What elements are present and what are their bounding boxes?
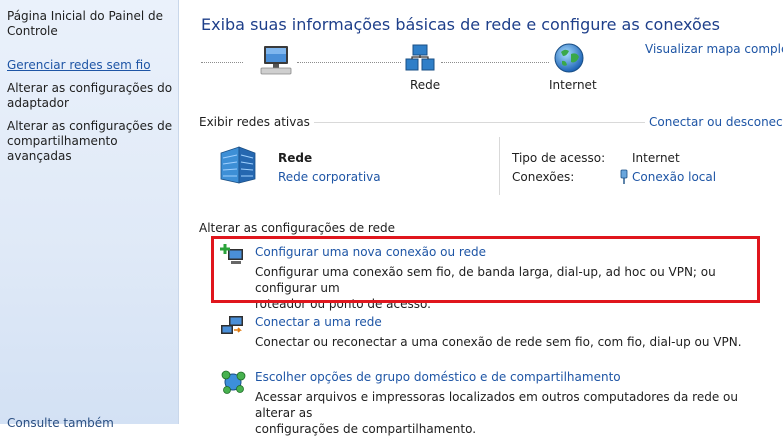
network-label: Rede bbox=[410, 78, 441, 92]
desc-line: configurações de compartilhamento. bbox=[255, 422, 477, 436]
connect-to-network-link[interactable]: Conectar a uma rede bbox=[255, 315, 382, 329]
highlight-box bbox=[211, 236, 760, 303]
computer-icon bbox=[259, 44, 293, 79]
access-type-label: Tipo de acesso: bbox=[512, 151, 606, 165]
sidebar-item-control-panel-home[interactable]: Página Inicial do Painel de Controle bbox=[7, 9, 173, 39]
connect-disconnect-link[interactable]: Conectar ou desconectar bbox=[645, 115, 783, 129]
sidebar-item-adapter-settings[interactable]: Alterar as configurações do adaptador bbox=[7, 81, 173, 111]
globe-icon bbox=[553, 42, 585, 77]
ethernet-plug-icon bbox=[619, 169, 629, 188]
change-settings-heading: Alterar as configurações de rede bbox=[199, 221, 399, 235]
sidebar-item-manage-wireless[interactable]: Gerenciar redes sem fio bbox=[7, 58, 173, 73]
homegroup-icon bbox=[220, 370, 246, 397]
map-connector-network-internet bbox=[441, 62, 549, 63]
main-content: Exiba suas informações básicas de rede e… bbox=[179, 0, 783, 436]
network-category-link[interactable]: Rede corporativa bbox=[278, 170, 381, 184]
page-title: Exiba suas informações básicas de rede e… bbox=[201, 15, 720, 34]
connections-label: Conexões: bbox=[512, 170, 575, 184]
network-icon bbox=[405, 44, 435, 75]
active-network-name: Rede bbox=[278, 151, 313, 165]
active-networks-heading: Exibir redes ativas bbox=[199, 115, 314, 129]
local-connection-link[interactable]: Conexão local bbox=[632, 170, 716, 184]
connect-to-network-desc: Conectar ou reconectar a uma conexão de … bbox=[255, 334, 765, 350]
map-connector-computer-network bbox=[297, 62, 401, 63]
desc-line: Conectar ou reconectar a uma conexão de … bbox=[255, 335, 742, 349]
homegroup-sharing-desc: Acessar arquivos e impressoras localizad… bbox=[255, 389, 765, 437]
sidebar-see-also: Consulte também bbox=[7, 416, 114, 430]
active-networks-vertical-divider bbox=[499, 137, 500, 195]
access-type-value: Internet bbox=[632, 151, 680, 165]
desc-line: Acessar arquivos e impressoras localizad… bbox=[255, 390, 738, 420]
building-network-icon bbox=[219, 145, 257, 188]
sidebar-item-advanced-sharing[interactable]: Alterar as configurações de compartilham… bbox=[7, 119, 173, 164]
internet-label: Internet bbox=[549, 78, 597, 92]
map-connector-left bbox=[201, 62, 243, 63]
view-full-map-link[interactable]: Visualizar mapa completo bbox=[645, 42, 783, 56]
sidebar: Página Inicial do Painel de Controle Ger… bbox=[0, 0, 179, 430]
homegroup-sharing-link[interactable]: Escolher opções de grupo doméstico e de … bbox=[255, 370, 621, 384]
connect-network-icon bbox=[220, 314, 246, 341]
